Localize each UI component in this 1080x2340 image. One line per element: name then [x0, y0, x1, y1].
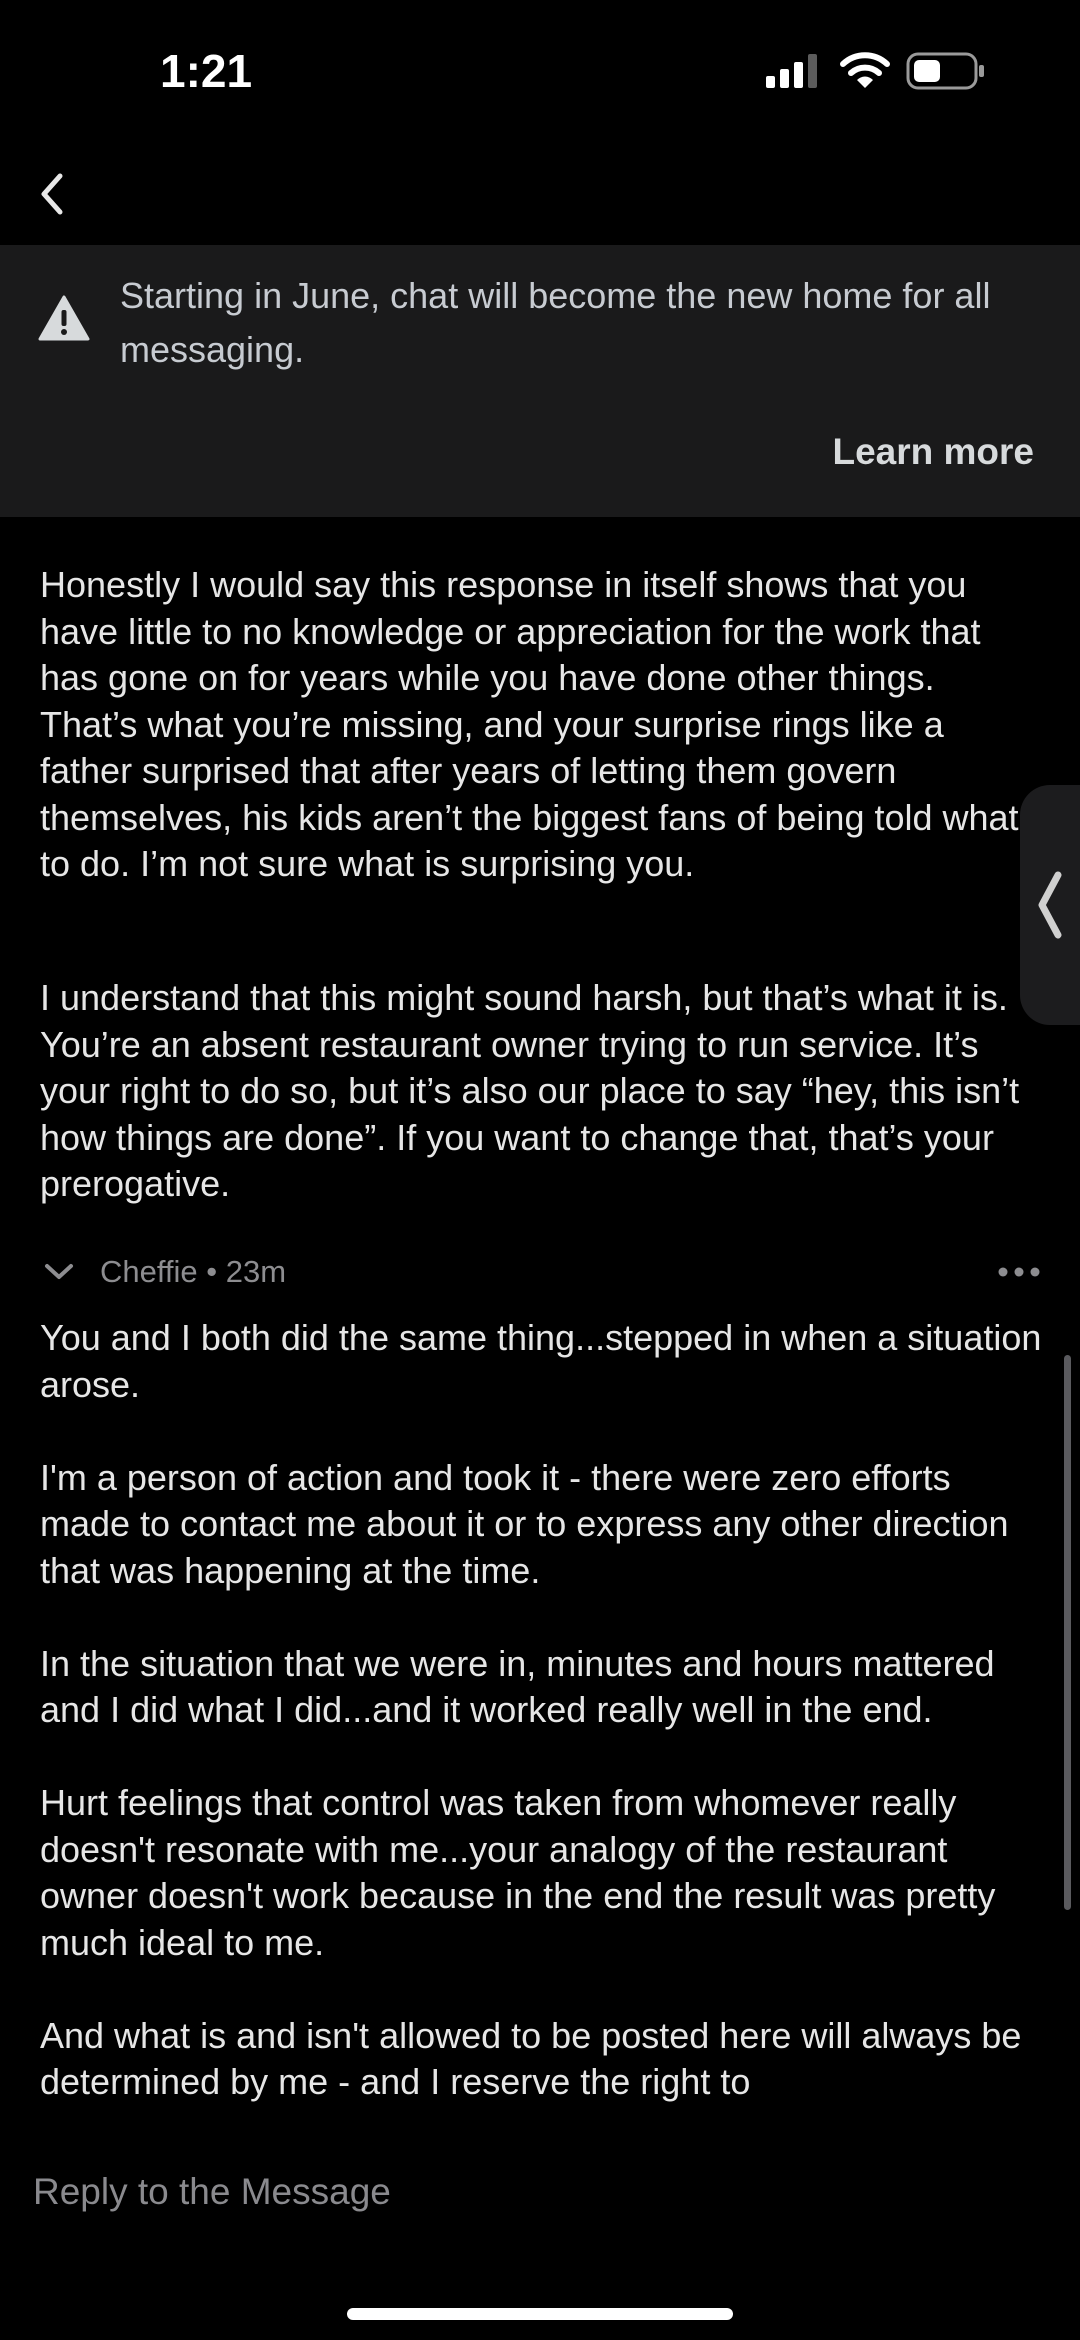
message-text: I understand that this might sound harsh…	[40, 977, 1020, 1204]
battery-icon	[906, 52, 984, 90]
nav-bar	[0, 140, 1080, 244]
back-icon[interactable]	[24, 164, 84, 224]
warning-icon	[38, 295, 90, 341]
announcement-banner: Starting in June, chat will become the n…	[0, 245, 1080, 517]
message-text: Honestly I would say this response in it…	[40, 564, 1019, 884]
signal-icon	[766, 54, 817, 88]
side-drawer-handle[interactable]	[1020, 785, 1080, 1025]
wifi-icon	[840, 52, 890, 88]
reply-input[interactable]: Reply to the Message	[33, 2171, 391, 2213]
comment-body: You and I both did the same thing...step…	[40, 1315, 1050, 2135]
message-paragraph: I understand that this might sound harsh…	[40, 975, 1040, 1208]
reply-bar: Reply to the Message	[0, 2135, 1080, 2255]
comment-paragraph: I'm a person of action and took it - the…	[40, 1456, 1009, 1591]
comment-paragraph: In the situation that we were in, minute…	[40, 1642, 995, 1731]
home-indicator[interactable]	[347, 2308, 733, 2320]
chevron-down-icon[interactable]	[44, 1262, 74, 1282]
comment-paragraph: Hurt feelings that control was taken fro…	[40, 1782, 996, 1963]
status-bar: 1:21	[0, 0, 1080, 140]
status-time: 1:21	[160, 45, 253, 97]
more-icon[interactable]	[998, 1266, 1040, 1278]
chevron-left-icon	[1038, 871, 1062, 939]
comment-paragraph: You and I both did the same thing...step…	[40, 1317, 1042, 1405]
comment-author-meta[interactable]: Cheffie • 23m	[100, 1254, 286, 1290]
comment-paragraph: And what is and isn't allowed to be post…	[40, 2014, 1022, 2103]
scrollbar[interactable]	[1064, 1355, 1071, 1910]
comment-header: Cheffie • 23m	[40, 1250, 1040, 1296]
banner-text: Starting in June, chat will become the n…	[120, 275, 991, 370]
message-paragraph: Honestly I would say this response in it…	[40, 562, 1040, 888]
learn-more-button[interactable]: Learn more	[832, 431, 1034, 473]
